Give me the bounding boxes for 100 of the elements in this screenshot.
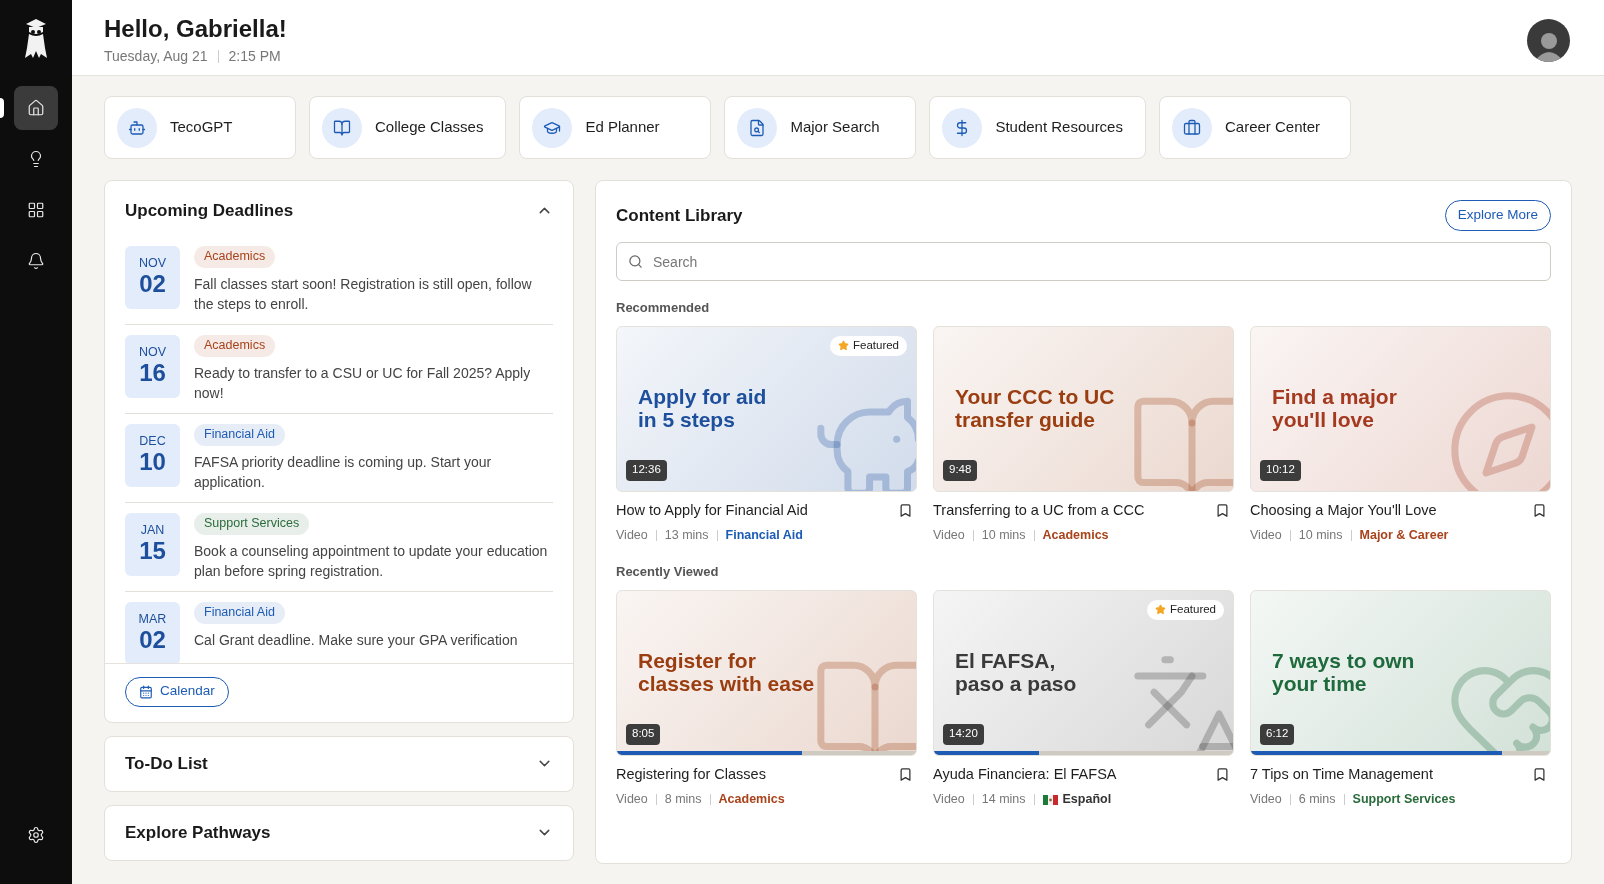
current-time: 2:15 PM: [228, 47, 281, 66]
panel-title: To-Do List: [125, 752, 208, 775]
deadline-text: Book a counseling appointment to update your education plan before spring registration.: [194, 541, 549, 581]
duration-badge: 10:12: [1260, 459, 1301, 481]
video-title[interactable]: Choosing a Major You'll Love: [1250, 499, 1437, 522]
video-thumbnail[interactable]: Find a major you'll love 10:12: [1250, 325, 1551, 492]
category-tag: Academics: [194, 334, 276, 357]
avatar[interactable]: [1527, 19, 1570, 62]
video-length: 10 mins: [981, 527, 1026, 545]
video-type: Video: [933, 527, 965, 545]
video-type: Video: [933, 791, 965, 809]
deadline-text: FAFSA priority deadline is coming up. Start your application.: [194, 452, 493, 492]
collapsible-panel[interactable]: Explore Pathways: [104, 804, 574, 861]
search-icon: [628, 254, 643, 269]
category-link[interactable]: Academics: [1042, 526, 1109, 545]
video-length: 6 mins: [1298, 791, 1336, 809]
video-thumbnail[interactable]: Register for classes with ease 8:05: [616, 589, 917, 756]
video-type: Video: [616, 791, 648, 809]
active-indicator: [0, 98, 4, 118]
bookmark-icon[interactable]: [1215, 766, 1230, 782]
video-type: Video: [616, 527, 648, 545]
date-day: 10: [139, 448, 166, 476]
duration-badge: 12:36: [626, 459, 667, 481]
category-link[interactable]: Major & Career: [1359, 526, 1449, 545]
date-day: 15: [139, 537, 166, 565]
video-length: 14 mins: [981, 791, 1026, 809]
current-date: Tuesday, Aug 21: [104, 47, 208, 66]
deadline-text: Cal Grant deadline. Make sure your GPA verification: [194, 630, 518, 650]
category-link[interactable]: Financial Aid: [725, 526, 803, 545]
owl-logo: [23, 18, 49, 60]
section-heading: Recently Viewed: [616, 563, 720, 581]
greeting: Hello, Gabriella!: [104, 14, 287, 44]
date-day: 02: [139, 270, 166, 298]
video-thumbnail[interactable]: 7 ways to own your time 6:12: [1250, 589, 1551, 756]
quick-link-card[interactable]: Ed Planner: [519, 96, 712, 159]
quick-link-card[interactable]: Student Resources: [929, 96, 1146, 159]
date-month: NOV: [138, 256, 167, 270]
video-title[interactable]: Transferring to a UC from a CCC: [933, 499, 1145, 522]
quick-link-card[interactable]: Career Center: [1158, 96, 1351, 159]
category-tag: Support Services: [194, 512, 310, 535]
quick-link-card[interactable]: College Classes: [309, 96, 507, 159]
bookmark-icon[interactable]: [1532, 766, 1547, 782]
duration-badge: 9:48: [943, 459, 978, 481]
nav-button[interactable]: [14, 86, 58, 130]
category-link[interactable]: Support Services: [1352, 790, 1456, 809]
section-heading: Recommended: [616, 299, 711, 317]
category-tag: Academics: [194, 245, 276, 268]
thumbnail-headline: El FAFSA, paso a paso: [955, 648, 1077, 695]
collapsible-panel[interactable]: To-Do List: [104, 735, 574, 792]
settings-icon[interactable]: [27, 826, 45, 844]
file-search-icon: [748, 118, 767, 137]
bell-icon: [27, 252, 45, 270]
video-title[interactable]: 7 Tips on Time Management: [1250, 763, 1433, 786]
video-length: 8 mins: [664, 791, 702, 809]
star-icon: [837, 340, 849, 351]
date-month: JAN: [140, 523, 165, 537]
category-tag: Financial Aid: [194, 423, 285, 446]
date-month: DEC: [139, 434, 166, 448]
thumbnail-headline: Apply for aid in 5 steps: [638, 384, 767, 431]
featured-badge: Featured: [829, 335, 907, 356]
video-thumbnail[interactable]: Your CCC to UC transfer guide 9:48: [933, 325, 1234, 492]
panel-title: Content Library: [616, 204, 743, 227]
bookmark-icon[interactable]: [1532, 502, 1547, 518]
book-icon: [333, 118, 351, 137]
calendar-icon: [139, 684, 153, 699]
video-length: 10 mins: [1298, 527, 1343, 545]
category-tag: Financial Aid: [194, 601, 285, 624]
thumbnail-headline: 7 ways to own your time: [1272, 648, 1415, 695]
bookmark-icon[interactable]: [898, 766, 913, 782]
video-thumbnail[interactable]: Apply for aid in 5 steps Featured 12:36: [616, 325, 917, 492]
duration-badge: 14:20: [943, 723, 984, 745]
thumbnail-headline: Your CCC to UC transfer guide: [955, 384, 1115, 431]
date-month: MAR: [138, 612, 167, 626]
language-label: Español: [1062, 791, 1112, 809]
quick-link-card[interactable]: Major Search: [724, 96, 917, 159]
thumbnail-headline: Register for classes with ease: [638, 648, 815, 695]
search-field[interactable]: Search: [616, 242, 1551, 281]
date-day: 16: [139, 359, 166, 387]
video-title[interactable]: Registering for Classes: [616, 763, 766, 786]
briefcase-icon: [1182, 118, 1201, 137]
video-title[interactable]: Ayuda Financiera: El FAFSA: [933, 763, 1117, 786]
duration-badge: 6:12: [1260, 723, 1295, 745]
bookmark-icon[interactable]: [898, 502, 913, 518]
panel-title: Explore Pathways: [125, 821, 271, 844]
video-thumbnail[interactable]: El FAFSA, paso a paso Featured 14:20: [933, 589, 1234, 756]
duration-badge: 8:05: [626, 723, 661, 745]
deadline-text: Fall classes start soon! Registration is still open, follow the steps to enroll.: [194, 274, 533, 314]
video-title[interactable]: How to Apply for Financial Aid: [616, 499, 808, 522]
category-link[interactable]: Academics: [718, 790, 785, 809]
star-icon: [1154, 604, 1166, 615]
video-length: 13 mins: [664, 527, 709, 545]
video-type: Video: [1250, 527, 1282, 545]
thumbnail-headline: Find a major you'll love: [1272, 384, 1397, 431]
quick-link-card[interactable]: TecoGPT: [104, 96, 296, 159]
date-day: 02: [139, 626, 166, 654]
featured-badge: Featured: [1146, 599, 1224, 620]
video-type: Video: [1250, 791, 1282, 809]
home-icon: [27, 99, 45, 117]
bookmark-icon[interactable]: [1215, 502, 1230, 518]
panel-title: Upcoming Deadlines: [125, 200, 294, 222]
